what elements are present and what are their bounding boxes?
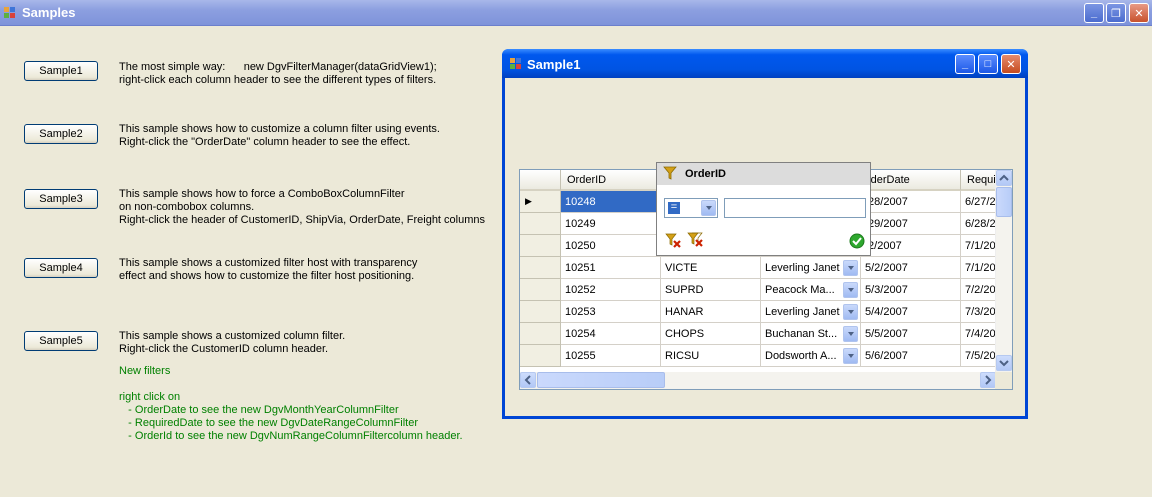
employee-dropdown-arrow[interactable] [843, 282, 858, 298]
row-header[interactable] [520, 323, 561, 345]
cell-orderid[interactable]: 10249 [561, 213, 661, 235]
cell-customerid[interactable]: HANAR [661, 301, 761, 323]
cell-employee-text: Peacock Ma... [765, 284, 835, 296]
filter-operator-value: = [668, 202, 680, 214]
cell-customerid[interactable]: SUPRD [661, 279, 761, 301]
employee-dropdown-arrow[interactable] [843, 260, 858, 276]
sample1-button[interactable]: Sample1 [24, 61, 98, 81]
chevron-down-icon [999, 360, 1009, 367]
row-header[interactable] [520, 301, 561, 323]
sample5-description: This sample shows a customized column fi… [119, 330, 346, 355]
cell-orderdate[interactable]: 5/4/2007 [861, 301, 961, 323]
sample1-window-title: Sample1 [527, 57, 581, 72]
cell-orderdate[interactable]: 5/2/2007 [861, 257, 961, 279]
row-header[interactable] [520, 213, 561, 235]
filter-value-input[interactable] [724, 198, 866, 218]
column-header-orderid[interactable]: OrderID [561, 170, 661, 191]
grid-horizontal-scrollbar[interactable] [520, 372, 997, 389]
orderid-filter-popup: OrderID = [656, 162, 871, 256]
sample1-app-icon [510, 58, 522, 70]
sample4-button[interactable]: Sample4 [24, 258, 98, 278]
row-header[interactable] [520, 345, 561, 367]
cell-employee-text: Leverling Janet [765, 306, 840, 318]
app-icon [4, 7, 16, 19]
close-button[interactable]: ✕ [1129, 3, 1149, 23]
vertical-scroll-thumb[interactable] [996, 187, 1012, 217]
cell-orderid[interactable]: 10255 [561, 345, 661, 367]
cell-orderid[interactable]: 10251 [561, 257, 661, 279]
cell-employee-text: Leverling Janet [765, 262, 840, 274]
remove-all-filters-icon[interactable] [687, 232, 705, 248]
cell-orderdate[interactable]: /29/2007 [861, 213, 961, 235]
minimize-button[interactable]: _ [1084, 3, 1104, 23]
chevron-right-icon [985, 375, 992, 385]
filter-operator-dropdown-arrow[interactable] [701, 200, 716, 216]
sample1-titlebar: Sample1 _ □ ✕ [502, 49, 1028, 78]
horizontal-scroll-thumb[interactable] [537, 372, 665, 388]
employee-dropdown-arrow[interactable] [843, 348, 858, 364]
cell-orderid[interactable]: 10248 [561, 191, 661, 213]
cell-employee-text: Dodsworth A... [765, 350, 837, 362]
cell-orderid[interactable]: 10254 [561, 323, 661, 345]
cell-orderdate[interactable]: 5/3/2007 [861, 279, 961, 301]
grid-vertical-scrollbar[interactable] [995, 170, 1012, 372]
cell-employee[interactable]: Leverling Janet [761, 301, 861, 323]
row-header-corner [520, 170, 561, 191]
cell-orderid[interactable]: 10252 [561, 279, 661, 301]
cell-orderid[interactable]: 10253 [561, 301, 661, 323]
sample4-description: This sample shows a customized filter ho… [119, 257, 418, 282]
remove-filter-icon[interactable] [665, 233, 683, 249]
filter-funnel-icon [663, 166, 677, 180]
sample1-close-button[interactable]: ✕ [1001, 54, 1021, 74]
cell-employee[interactable]: Leverling Janet [761, 257, 861, 279]
window-titlebar: Samples _ ❐ ✕ [0, 0, 1152, 26]
current-row-arrow-icon: ▶ [525, 196, 532, 206]
new-filters-text: right click on - OrderDate to see the ne… [119, 391, 463, 442]
cell-customerid[interactable]: VICTE [661, 257, 761, 279]
sample2-button[interactable]: Sample2 [24, 124, 98, 144]
restore-button[interactable]: ❐ [1106, 3, 1126, 23]
scroll-right-button[interactable] [980, 372, 996, 388]
row-header[interactable] [520, 257, 561, 279]
column-header-orderdate[interactable]: rderDate [861, 170, 961, 191]
sample1-minimize-button[interactable]: _ [955, 54, 975, 74]
cell-customerid[interactable]: RICSU [661, 345, 761, 367]
scroll-up-button[interactable] [996, 170, 1012, 186]
row-header[interactable] [520, 279, 561, 301]
sample3-button[interactable]: Sample3 [24, 189, 98, 209]
chevron-left-icon [524, 375, 531, 385]
cell-employee[interactable]: Dodsworth A... [761, 345, 861, 367]
apply-filter-ok-icon[interactable] [849, 233, 865, 249]
row-header[interactable]: ▶ [520, 191, 561, 213]
filter-popup-title: OrderID [685, 168, 726, 180]
sample2-description: This sample shows how to customize a col… [119, 123, 440, 148]
sample1-maximize-button[interactable]: □ [978, 54, 998, 74]
scroll-down-button[interactable] [996, 355, 1012, 371]
cell-employee[interactable]: Peacock Ma... [761, 279, 861, 301]
scrollbar-corner [995, 372, 1012, 389]
chevron-up-icon [999, 174, 1009, 181]
new-filters-title: New filters [119, 365, 171, 377]
sample1-description: The most simple way: new DgvFilterManage… [119, 61, 437, 86]
cell-orderdate[interactable]: /2/2007 [861, 235, 961, 257]
scroll-left-button[interactable] [520, 372, 536, 388]
filter-operator-combo[interactable]: = [664, 198, 718, 218]
sample3-description: This sample shows how to force a ComboBo… [119, 188, 486, 226]
cell-orderdate[interactable]: /28/2007 [861, 191, 961, 213]
cell-employee[interactable]: Buchanan St... [761, 323, 861, 345]
cell-orderdate[interactable]: 5/6/2007 [861, 345, 961, 367]
employee-dropdown-arrow[interactable] [843, 326, 858, 342]
cell-orderid[interactable]: 10250 [561, 235, 661, 257]
window-title: Samples [22, 5, 76, 20]
employee-dropdown-arrow[interactable] [843, 304, 858, 320]
sample5-button[interactable]: Sample5 [24, 331, 98, 351]
cell-customerid[interactable]: CHOPS [661, 323, 761, 345]
filter-popup-header: OrderID [657, 163, 870, 185]
cell-employee-text: Buchanan St... [765, 328, 838, 340]
cell-orderdate[interactable]: 5/5/2007 [861, 323, 961, 345]
row-header[interactable] [520, 235, 561, 257]
